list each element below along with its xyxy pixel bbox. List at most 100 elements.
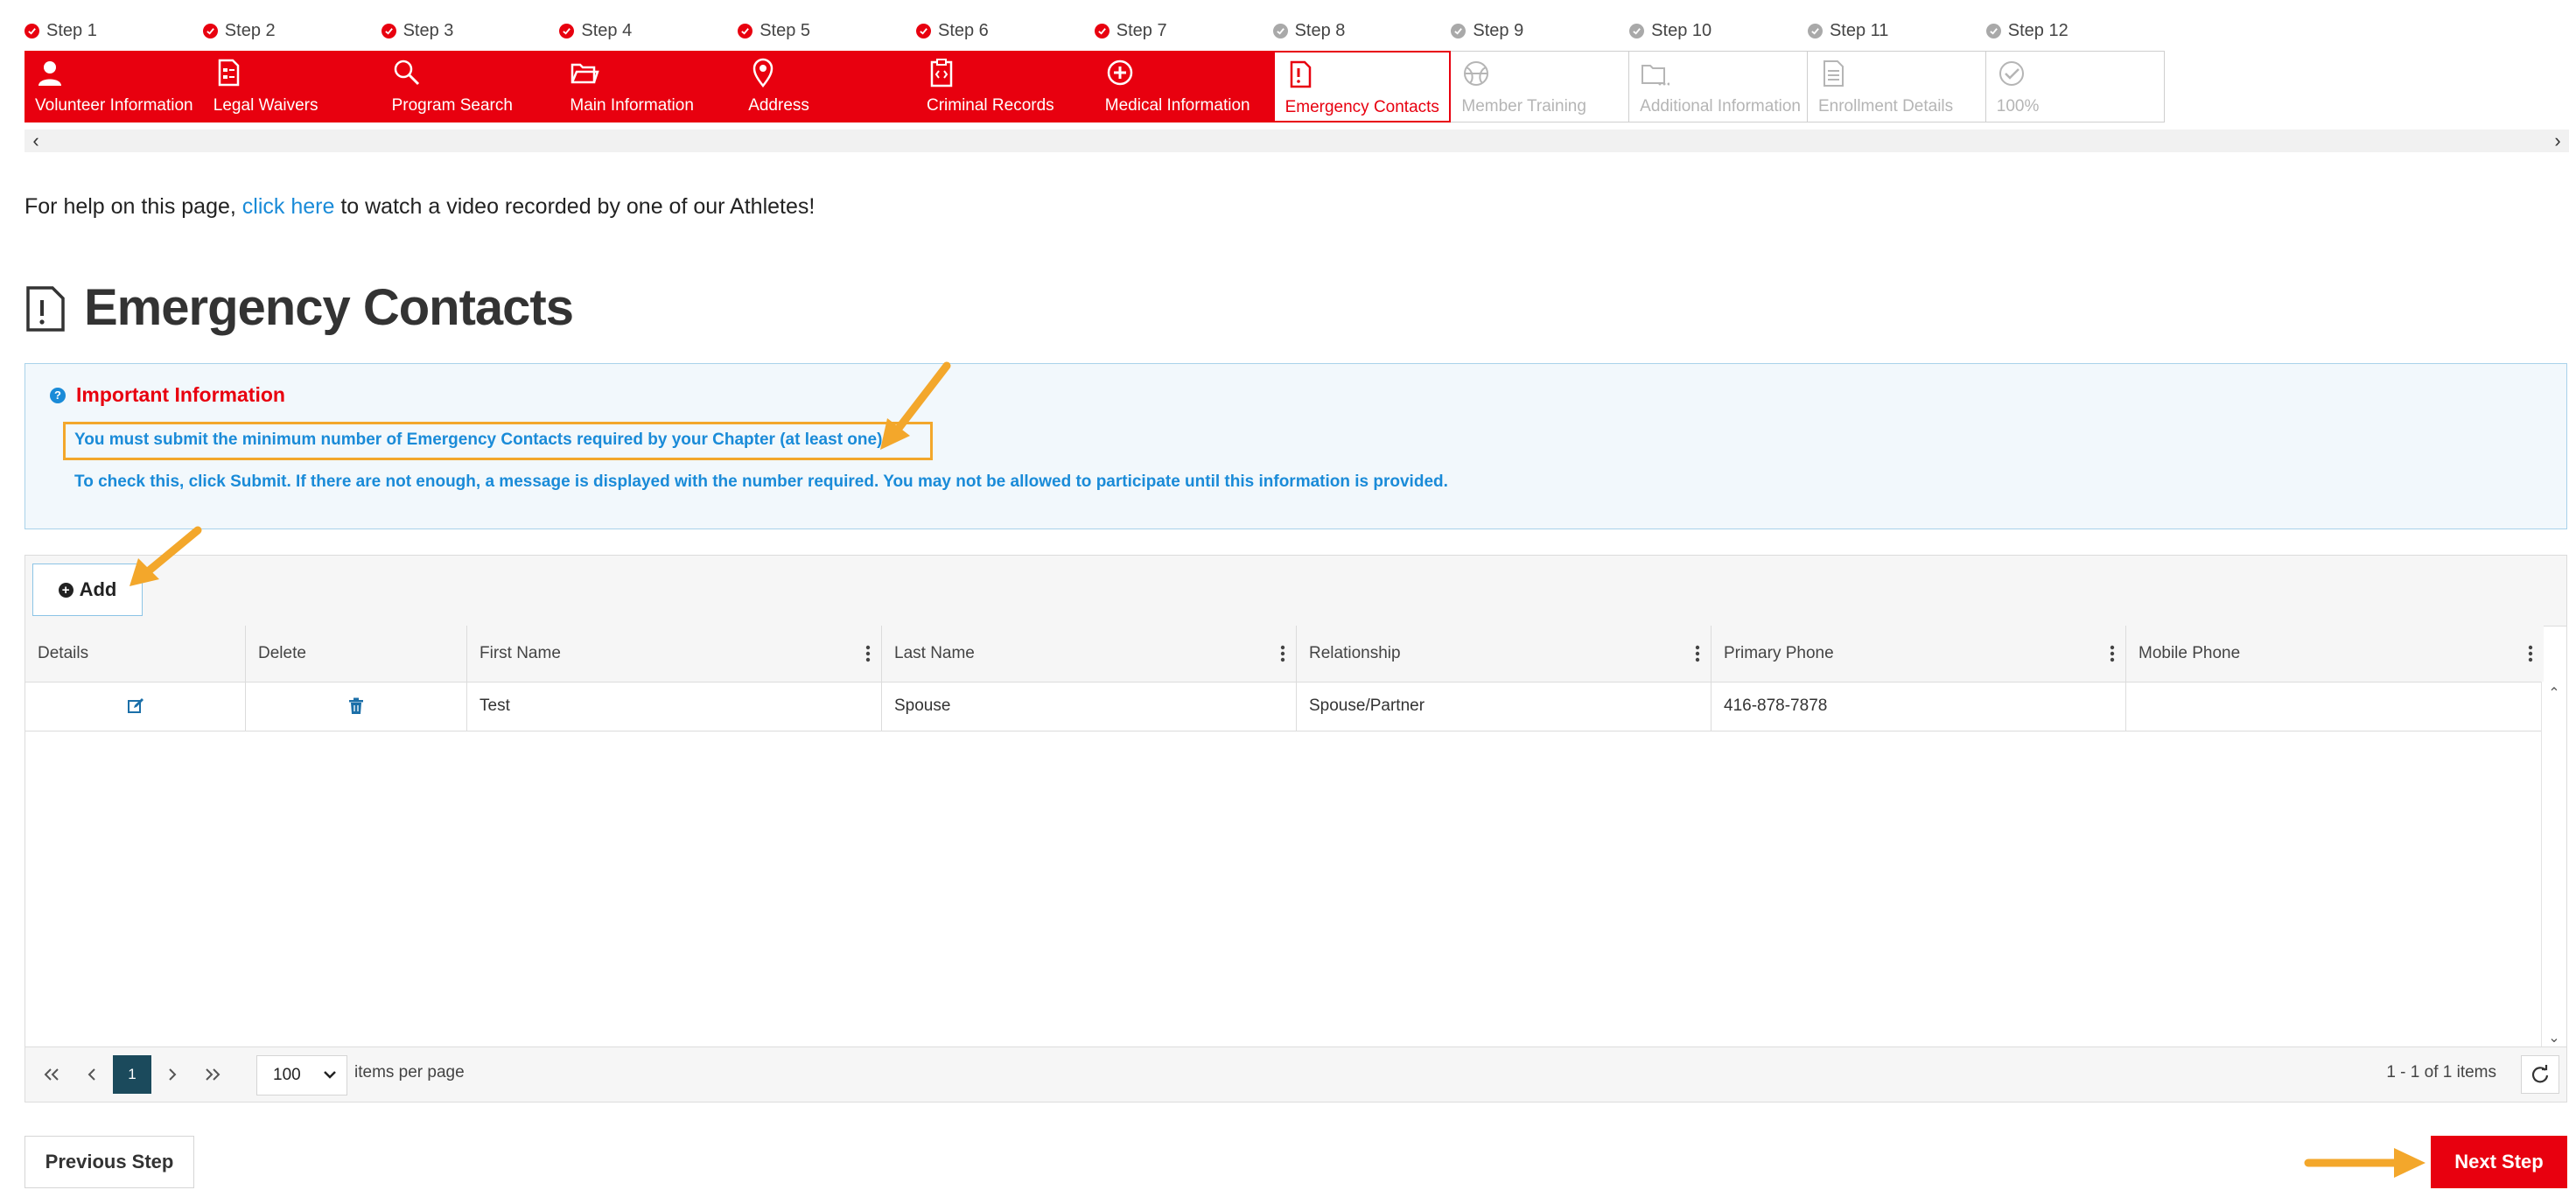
column-header-primary-phone[interactable]: Primary Phone (1712, 626, 2126, 682)
step-label-12: Step 12 (1985, 18, 2165, 44)
grid-vertical-scrollbar[interactable]: ⌃ ⌄ (2541, 682, 2566, 1049)
refresh-icon (2531, 1065, 2549, 1083)
step-label-7: Step 7 (1094, 18, 1273, 44)
table-row: Test Spouse Spouse/Partner 416-878-7878 (25, 682, 2544, 732)
annotation-arrow-icon (130, 526, 202, 586)
column-menu-icon[interactable] (865, 645, 871, 662)
search-icon (392, 58, 422, 88)
next-step-button[interactable]: Next Step (2431, 1136, 2567, 1188)
folder-dots-icon (1640, 59, 1670, 88)
step-label-6: Step 6 (915, 18, 1095, 44)
column-menu-icon[interactable] (1695, 645, 1700, 662)
grid-header: Details Delete First Name Last Name Rela… (25, 626, 2544, 682)
column-menu-icon[interactable] (1280, 645, 1285, 662)
chevron-down-icon (324, 1071, 336, 1079)
check-icon (202, 23, 218, 38)
alert-document-icon (1285, 60, 1315, 89)
column-menu-icon[interactable] (2528, 645, 2533, 662)
alert-document-icon (24, 283, 68, 333)
help-text: For help on this page, click here to wat… (24, 194, 816, 219)
step-program-search[interactable]: Program Search (381, 51, 560, 122)
scroll-right-icon[interactable]: › (2546, 130, 2569, 152)
step-legal-waivers[interactable]: Legal Waivers (202, 51, 382, 122)
pager-summary: 1 - 1 of 1 items (2386, 1063, 2496, 1082)
step-label-11: Step 11 (1807, 18, 1986, 44)
document-lines-icon (1818, 59, 1848, 88)
primary-phone-cell: 416-878-7878 (1712, 682, 2126, 731)
column-header-delete[interactable]: Delete (246, 626, 467, 682)
check-icon (24, 23, 39, 38)
step-address[interactable]: Address (738, 51, 916, 122)
check-icon (915, 23, 931, 38)
stepper-scrollbar[interactable]: ‹ › (24, 130, 2569, 152)
step-volunteer-information[interactable]: Volunteer Information (24, 51, 203, 122)
stepper-labels: Step 1 Step 2 Step 3 Step 4 Step 5 Step … (24, 18, 2165, 44)
next-page-icon[interactable] (153, 1055, 192, 1094)
check-icon (1629, 23, 1645, 38)
check-icon (738, 23, 753, 38)
edit-icon[interactable] (127, 697, 144, 715)
grid-toolbar: + Add (25, 556, 2566, 626)
step-medical-information[interactable]: Medical Information (1094, 51, 1273, 122)
step-main-information[interactable]: Main Information (559, 51, 738, 122)
step-complete[interactable]: 100% (1985, 51, 2165, 122)
help-video-link[interactable]: click here (242, 194, 335, 219)
page-size-select[interactable]: 100 (256, 1055, 347, 1096)
step-member-training[interactable]: Member Training (1451, 51, 1630, 122)
step-label-2: Step 2 (202, 18, 382, 44)
step-emergency-contacts[interactable]: Emergency Contacts (1272, 51, 1452, 122)
column-header-details[interactable]: Details (25, 626, 246, 682)
plus-circle-icon (1105, 58, 1135, 88)
first-name-cell: Test (467, 682, 882, 731)
step-criminal-records[interactable]: Criminal Records (915, 51, 1095, 122)
check-icon (1094, 23, 1110, 38)
refresh-button[interactable] (2521, 1055, 2559, 1094)
info-heading: ? Important Information (50, 383, 285, 407)
page-title: Emergency Contacts (84, 279, 574, 336)
folder-icon (570, 58, 600, 88)
document-icon (214, 58, 243, 88)
important-information-panel: ? Important Information You must submit … (24, 363, 2567, 529)
previous-page-icon[interactable] (73, 1055, 111, 1094)
annotation-arrow-icon (880, 361, 951, 450)
step-label-9: Step 9 (1451, 18, 1629, 44)
ball-icon (1461, 59, 1491, 88)
column-header-mobile-phone[interactable]: Mobile Phone (2126, 626, 2544, 682)
step-label-3: Step 3 (381, 18, 560, 44)
check-circle-icon (1997, 59, 2026, 88)
last-name-cell: Spouse (882, 682, 1297, 731)
stepper-bar: Volunteer Information Legal Waivers Prog… (24, 51, 2165, 122)
info-line-minimum: You must submit the minimum number of Em… (74, 430, 887, 449)
step-enrollment-details[interactable]: Enrollment Details (1807, 51, 1986, 122)
first-page-icon[interactable] (32, 1055, 71, 1094)
info-line-check: To check this, click Submit. If there ar… (74, 472, 1448, 491)
delete-cell (246, 682, 467, 731)
annotation-arrow-icon (2304, 1148, 2426, 1178)
check-icon (559, 23, 575, 38)
scroll-left-icon[interactable]: ‹ (24, 130, 47, 152)
check-icon (1807, 23, 1823, 38)
step-label-10: Step 10 (1629, 18, 1808, 44)
previous-step-button[interactable]: Previous Step (24, 1136, 194, 1188)
relationship-cell: Spouse/Partner (1297, 682, 1712, 731)
question-icon: ? (50, 387, 66, 403)
page-button-current[interactable]: 1 (113, 1055, 151, 1094)
scroll-up-icon[interactable]: ⌃ (2542, 682, 2566, 704)
items-per-page-label: items per page (354, 1063, 465, 1082)
step-additional-information[interactable]: Additional Information (1629, 51, 1808, 122)
last-page-icon[interactable] (193, 1055, 232, 1094)
check-icon (1985, 23, 2001, 38)
page-header: Emergency Contacts (24, 278, 574, 337)
person-icon (35, 58, 65, 88)
step-label-8: Step 8 (1272, 18, 1452, 44)
column-menu-icon[interactable] (2110, 645, 2115, 662)
check-icon (1451, 23, 1466, 38)
column-header-first-name[interactable]: First Name (467, 626, 882, 682)
step-label-1: Step 1 (24, 18, 203, 44)
step-label-4: Step 4 (559, 18, 738, 44)
step-label-5: Step 5 (738, 18, 916, 44)
trash-icon[interactable] (348, 697, 364, 715)
column-header-last-name[interactable]: Last Name (882, 626, 1297, 682)
column-header-relationship[interactable]: Relationship (1297, 626, 1712, 682)
mobile-phone-cell (2126, 682, 2544, 731)
